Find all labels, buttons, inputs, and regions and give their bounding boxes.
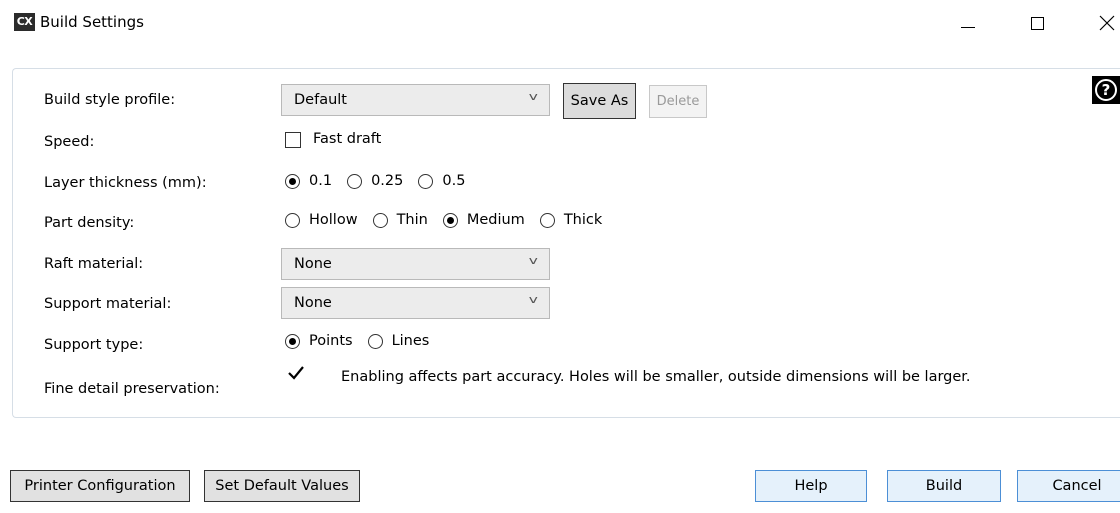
fine-detail-label: Fine detail preservation: [44, 381, 220, 397]
density-option-thin[interactable]: Thin [372, 212, 428, 228]
layer-thickness-label: Layer thickness (mm): [44, 175, 207, 191]
fine-detail-checkbox[interactable] [287, 364, 304, 380]
profile-dropdown[interactable]: Default v [281, 84, 550, 116]
support-material-value: None [294, 295, 332, 311]
support-type-label: Support type: [44, 337, 144, 353]
help-icon-button[interactable]: ? [1092, 76, 1120, 104]
radio-icon [367, 333, 383, 349]
delete-button[interactable]: Delete [649, 85, 707, 118]
app-logo-icon: CX [14, 13, 35, 31]
raft-material-value: None [294, 256, 332, 272]
help-button[interactable]: Help [755, 470, 867, 502]
layer-thickness-group: 0.1 0.25 0.5 [285, 173, 480, 189]
question-circle-icon: ? [1095, 79, 1117, 101]
radio-label: Points [309, 333, 353, 349]
cancel-button[interactable]: Cancel [1017, 470, 1120, 502]
build-button[interactable]: Build [887, 470, 1001, 502]
radio-label: Hollow [309, 212, 358, 228]
radio-label: Medium [466, 212, 525, 228]
radio-selected-icon [285, 173, 300, 189]
support-option-points[interactable]: Points [285, 333, 353, 349]
printer-configuration-button[interactable]: Printer Configuration [10, 470, 190, 502]
radio-label: Lines [391, 333, 430, 349]
part-density-label: Part density: [44, 215, 135, 231]
support-option-lines[interactable]: Lines [367, 333, 430, 349]
chevron-down-icon: v [529, 90, 539, 103]
radio-selected-icon [285, 333, 300, 349]
density-option-medium[interactable]: Medium [442, 212, 525, 228]
raft-material-dropdown[interactable]: None v [281, 248, 550, 280]
density-option-thick[interactable]: Thick [539, 212, 603, 228]
layer-option-0-5[interactable]: 0.5 [418, 173, 465, 189]
close-button[interactable] [1087, 6, 1120, 40]
radio-icon [347, 173, 363, 189]
density-option-hollow[interactable]: Hollow [285, 212, 358, 228]
support-material-dropdown[interactable]: None v [281, 287, 550, 319]
chevron-down-icon: v [529, 293, 539, 306]
part-density-group: Hollow Thin Medium Thick [285, 212, 617, 228]
radio-selected-icon [442, 212, 458, 228]
settings-group [12, 68, 1120, 418]
radio-label: 0.5 [442, 173, 466, 189]
radio-label: Thin [396, 212, 428, 228]
title-bar[interactable]: CX Build Settings [0, 0, 1120, 46]
layer-option-0-1[interactable]: 0.1 [285, 173, 332, 189]
layer-option-0-25[interactable]: 0.25 [347, 173, 403, 189]
radio-label: 0.25 [371, 173, 404, 189]
radio-icon [539, 212, 555, 228]
save-as-button[interactable]: Save As [563, 83, 636, 119]
profile-label: Build style profile: [44, 92, 176, 108]
radio-label: Thick [563, 212, 603, 228]
support-material-label: Support material: [44, 296, 172, 312]
profile-value: Default [294, 92, 347, 108]
minimize-icon [961, 26, 975, 28]
checkmark-icon [288, 366, 304, 380]
radio-label: 0.1 [309, 173, 333, 189]
radio-icon [372, 212, 388, 228]
chevron-down-icon: v [529, 254, 539, 267]
raft-material-label: Raft material: [44, 256, 144, 272]
minimize-button[interactable] [948, 6, 988, 40]
close-icon [1099, 15, 1115, 31]
fast-draft-label: Fast draft [313, 131, 382, 147]
radio-icon [285, 212, 300, 228]
maximize-button[interactable] [1017, 6, 1057, 40]
maximize-icon [1030, 16, 1044, 30]
set-default-values-button[interactable]: Set Default Values [204, 470, 360, 502]
fine-detail-description: Enabling affects part accuracy. Holes wi… [341, 369, 971, 385]
support-type-group: Points Lines [285, 333, 444, 349]
radio-icon [418, 173, 434, 189]
fast-draft-checkbox[interactable] [285, 132, 301, 148]
window-title: Build Settings [40, 13, 144, 31]
speed-label: Speed: [44, 134, 95, 150]
